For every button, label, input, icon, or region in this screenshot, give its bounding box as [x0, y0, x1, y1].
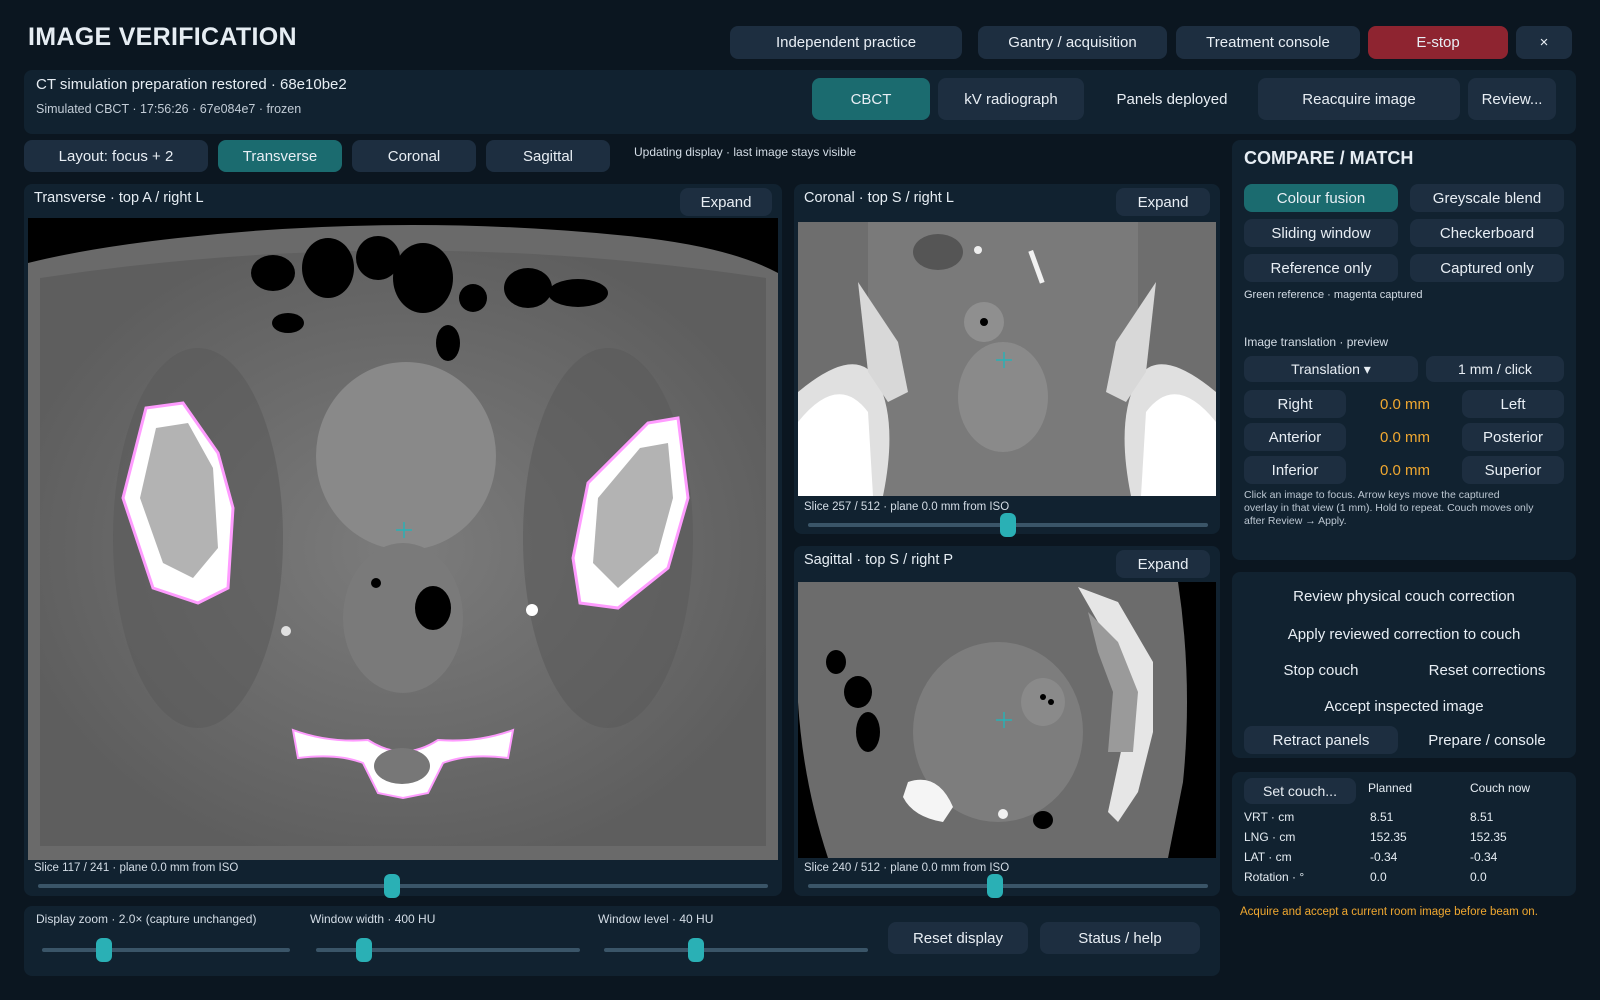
zoom-label: Display zoom · 2.0× (capture unchanged) [36, 912, 257, 926]
sagittal-slice-label: Slice 240 / 512 · plane 0.0 mm from ISO [804, 862, 1010, 874]
close-button[interactable]: × [1516, 26, 1572, 59]
captured-only-button[interactable]: Captured only [1410, 254, 1564, 282]
sagittal-expand-button[interactable]: Expand [1116, 550, 1210, 578]
layout-select[interactable]: Layout: focus + 2 [24, 140, 208, 172]
anterior-posterior-offset: 0.0 mm [1379, 428, 1430, 446]
slider-thumb[interactable] [355, 938, 372, 962]
transverse-slice-track[interactable] [38, 884, 768, 888]
tab-transverse[interactable]: Transverse [218, 140, 342, 172]
sagittal-slice-track[interactable] [808, 884, 1208, 888]
sliding-window-button[interactable]: Sliding window [1244, 219, 1398, 247]
move-anterior-button[interactable]: Anterior [1244, 423, 1346, 451]
couch-row-planned: 0.0 [1370, 870, 1387, 884]
review-button[interactable]: Review... [1468, 78, 1556, 120]
transverse-image[interactable] [28, 218, 778, 860]
translation-header: Image translation · preview [1244, 335, 1389, 349]
slider-thumb[interactable] [384, 874, 401, 898]
estop-button[interactable]: E-stop [1368, 26, 1508, 59]
couch-row-label: LNG · cm [1244, 830, 1296, 844]
set-couch-button[interactable]: Set couch... [1244, 778, 1356, 804]
beam-on-warning: Acquire and accept a current room image … [1240, 906, 1538, 918]
cbct-button[interactable]: CBCT [812, 78, 930, 120]
move-inferior-button[interactable]: Inferior [1244, 456, 1346, 484]
panels-deployed-status: Panels deployed [1116, 90, 1228, 108]
transverse-expand-button[interactable]: Expand [680, 188, 772, 216]
stop-couch-button[interactable]: Stop couch [1244, 656, 1398, 684]
transverse-title: Transverse · top A / right L [34, 190, 204, 206]
reacquire-image-button[interactable]: Reacquire image [1258, 78, 1460, 120]
couch-row-now: -0.34 [1470, 850, 1498, 864]
couch-row-label: Rotation · ° [1244, 870, 1305, 884]
coronal-image[interactable] [798, 222, 1216, 496]
review-couch-correction-button[interactable]: Review physical couch correction [1244, 582, 1564, 610]
tab-sagittal[interactable]: Sagittal [486, 140, 610, 172]
reset-display-button[interactable]: Reset display [888, 922, 1028, 954]
col-planned-header: Planned [1368, 781, 1413, 795]
window-width-label: Window width · 400 HU [310, 912, 436, 926]
move-right-button[interactable]: Right [1244, 390, 1346, 418]
couch-row-now: 8.51 [1470, 810, 1494, 824]
compare-title: COMPARE / MATCH [1244, 148, 1414, 168]
checkerboard-button[interactable]: Checkerboard [1410, 219, 1564, 247]
reset-corrections-button[interactable]: Reset corrections [1410, 656, 1564, 684]
couch-row-planned: 152.35 [1370, 830, 1407, 844]
translation-help-line-2: overlay in that view (1 mm). Hold to rep… [1244, 502, 1534, 514]
independent-practice-button[interactable]: Independent practice [730, 26, 962, 59]
couch-row-planned: 8.51 [1370, 810, 1394, 824]
couch-row-label: VRT · cm [1244, 810, 1295, 824]
zoom-slider[interactable] [42, 948, 290, 952]
translation-help-line-3: after Review → Apply. [1244, 515, 1347, 527]
window-level-slider[interactable] [604, 948, 868, 952]
slider-thumb[interactable] [986, 874, 1003, 898]
move-left-button[interactable]: Left [1462, 390, 1564, 418]
prepare-console-button[interactable]: Prepare / console [1410, 726, 1564, 754]
move-posterior-button[interactable]: Posterior [1462, 423, 1564, 451]
treatment-console-button[interactable]: Treatment console [1176, 26, 1360, 59]
coronal-slice-label: Slice 257 / 512 · plane 0.0 mm from ISO [804, 501, 1010, 513]
couch-row-label: LAT · cm [1244, 850, 1292, 864]
transverse-slice-label: Slice 117 / 241 · plane 0.0 mm from ISO [34, 862, 239, 874]
sagittal-title: Sagittal · top S / right P [804, 552, 954, 568]
colour-fusion-button[interactable]: Colour fusion [1244, 184, 1398, 212]
couch-row-now: 0.0 [1470, 870, 1487, 884]
slider-thumb[interactable] [688, 938, 705, 962]
window-level-label: Window level · 40 HU [598, 912, 714, 926]
col-couch-now-header: Couch now [1470, 781, 1531, 795]
translation-help-line-1: Click an image to focus. Arrow keys move… [1244, 489, 1500, 501]
session-title: CT simulation preparation restored · 68e… [36, 76, 347, 93]
couch-row-planned: -0.34 [1370, 850, 1398, 864]
translation-select[interactable]: Translation ▾ [1244, 356, 1418, 382]
tab-coronal[interactable]: Coronal [352, 140, 476, 172]
status-help-button[interactable]: Status / help [1040, 922, 1200, 954]
greyscale-blend-button[interactable]: Greyscale blend [1410, 184, 1564, 212]
fusion-legend: Green reference · magenta captured [1244, 289, 1423, 301]
couch-row-now: 152.35 [1470, 830, 1507, 844]
reference-only-button[interactable]: Reference only [1244, 254, 1398, 282]
kv-radiograph-button[interactable]: kV radiograph [938, 78, 1084, 120]
retract-panels-button[interactable]: Retract panels [1244, 726, 1398, 754]
inferior-superior-offset: 0.0 mm [1379, 461, 1430, 479]
accept-image-button[interactable]: Accept inspected image [1244, 692, 1564, 720]
gantry-acquisition-button[interactable]: Gantry / acquisition [978, 26, 1167, 59]
app-title: IMAGE VERIFICATION [28, 23, 297, 51]
coronal-expand-button[interactable]: Expand [1116, 188, 1210, 216]
coronal-title: Coronal · top S / right L [804, 190, 954, 206]
move-superior-button[interactable]: Superior [1462, 456, 1564, 484]
session-subtitle: Simulated CBCT · 17:56:26 · 67e084e7 · f… [36, 102, 302, 116]
apply-correction-button[interactable]: Apply reviewed correction to couch [1244, 620, 1564, 648]
display-status: Updating display · last image stays visi… [634, 145, 857, 159]
slider-thumb[interactable] [96, 938, 112, 962]
slider-thumb[interactable] [1000, 513, 1016, 537]
right-left-offset: 0.0 mm [1379, 395, 1430, 413]
step-size-select[interactable]: 1 mm / click [1426, 356, 1564, 382]
sagittal-image[interactable] [798, 582, 1216, 858]
